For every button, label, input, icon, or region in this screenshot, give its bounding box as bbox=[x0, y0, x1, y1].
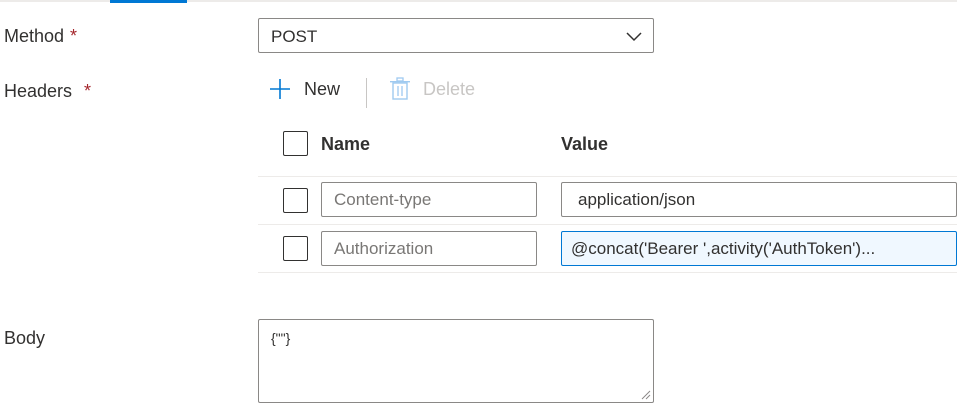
active-tab-indicator bbox=[110, 0, 187, 3]
body-textarea[interactable]: {""} bbox=[258, 319, 654, 403]
new-button-label: New bbox=[304, 78, 341, 99]
plus-icon bbox=[270, 79, 290, 99]
row-separator bbox=[258, 224, 957, 225]
trash-icon bbox=[390, 77, 410, 100]
chevron-down-icon bbox=[626, 32, 642, 42]
row-separator bbox=[258, 272, 957, 273]
header-row-1-name-input[interactable]: Content-type bbox=[321, 182, 537, 217]
headers-required-mark: * bbox=[84, 81, 92, 101]
method-required-mark: * bbox=[70, 26, 78, 46]
method-label-text: Method bbox=[4, 26, 65, 46]
new-header-button[interactable]: New bbox=[268, 77, 340, 101]
body-textarea-value: {""} bbox=[271, 330, 291, 346]
header-row-2-value-expression[interactable]: @concat('Bearer ',activity('AuthToken').… bbox=[561, 231, 957, 266]
method-label: Method * bbox=[4, 26, 77, 47]
headers-label-text: Headers bbox=[4, 81, 73, 101]
column-header-name: Name bbox=[321, 134, 371, 154]
column-header-value: Value bbox=[561, 134, 609, 154]
resize-grip-icon[interactable] bbox=[639, 388, 651, 400]
toolbar-divider bbox=[366, 78, 367, 108]
header-row-1-checkbox[interactable] bbox=[283, 188, 308, 213]
row-separator bbox=[258, 176, 957, 177]
body-label: Body bbox=[4, 328, 46, 348]
select-all-checkbox[interactable] bbox=[283, 131, 308, 156]
method-select-value: POST bbox=[271, 27, 318, 46]
header-row-1-value-input[interactable]: application/json bbox=[561, 182, 957, 217]
header-row-2-name-input[interactable]: Authorization bbox=[321, 231, 537, 266]
header-row-2-checkbox[interactable] bbox=[283, 236, 308, 261]
method-select[interactable]: POST bbox=[258, 18, 654, 53]
delete-header-button[interactable]: Delete bbox=[389, 77, 475, 101]
delete-button-label: Delete bbox=[423, 78, 476, 99]
headers-label: Headers * bbox=[4, 81, 91, 102]
